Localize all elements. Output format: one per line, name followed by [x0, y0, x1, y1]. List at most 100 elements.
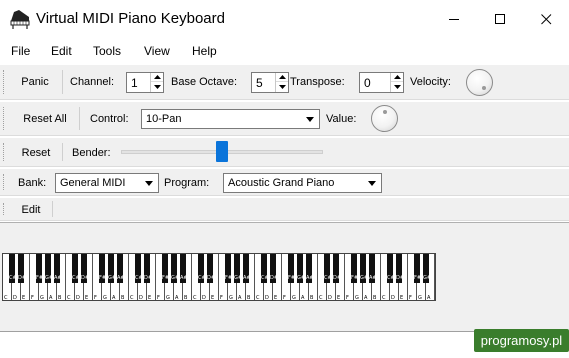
menu-edit[interactable]: Edit	[51, 44, 72, 58]
black-key[interactable]: D#	[144, 254, 153, 283]
black-key[interactable]: C#	[261, 254, 269, 283]
transpose-spinbox[interactable]: 0	[359, 72, 404, 93]
edit-button[interactable]: Edit	[18, 204, 44, 216]
black-key[interactable]: D#	[207, 254, 216, 283]
key-label: G#	[108, 275, 117, 281]
key-label: E	[148, 295, 152, 301]
velocity-label: Velocity:	[410, 76, 451, 88]
piano-keyboard[interactable]: CDEFGABCDEFGABCDEFGABCDEFGABCDEFGABCDEFG…	[2, 253, 436, 301]
black-key[interactable]: C#	[135, 254, 143, 283]
black-key[interactable]: A#	[117, 254, 125, 283]
black-key[interactable]: F#	[351, 254, 358, 283]
key-label: D#	[207, 275, 216, 281]
black-key[interactable]: A#	[243, 254, 251, 283]
black-key[interactable]: G#	[234, 254, 242, 283]
toolbar-grip[interactable]	[3, 107, 6, 130]
key-label: D#	[144, 275, 153, 281]
black-key[interactable]: C#	[324, 254, 332, 283]
key-label: F	[346, 295, 349, 301]
toolbar-separator	[52, 201, 53, 217]
black-key[interactable]: A#	[54, 254, 62, 283]
black-key[interactable]: D#	[18, 254, 27, 283]
reset-bender-button[interactable]: Reset	[20, 147, 52, 159]
minimize-icon	[448, 18, 459, 20]
spin-up-icon[interactable]	[151, 73, 163, 82]
toolbar-grip[interactable]	[3, 143, 6, 161]
black-key[interactable]: F#	[162, 254, 169, 283]
toolbar-grip[interactable]	[3, 70, 6, 94]
key-label: A#	[369, 275, 377, 281]
base-octave-label: Base Octave:	[171, 76, 238, 88]
velocity-dial[interactable]	[466, 69, 493, 96]
black-key[interactable]: F#	[414, 254, 421, 283]
key-label: A	[364, 295, 368, 301]
key-label: C	[130, 295, 134, 301]
key-label: D	[202, 295, 206, 301]
program-label: Program:	[164, 177, 210, 189]
black-key[interactable]: C#	[198, 254, 206, 283]
channel-label: Channel:	[70, 76, 115, 88]
control-value: 10-Pan	[146, 113, 182, 125]
key-label: D#	[81, 275, 90, 281]
menu-help[interactable]: Help	[192, 44, 217, 58]
program-select[interactable]: Acoustic Grand Piano	[223, 173, 382, 193]
black-key[interactable]: D#	[333, 254, 341, 283]
key-label: F#	[288, 275, 296, 281]
key-label: A#	[306, 275, 314, 281]
black-key[interactable]: D#	[270, 254, 278, 283]
black-key[interactable]: F#	[288, 254, 296, 283]
black-key[interactable]: G#	[45, 254, 53, 283]
reset-all-button[interactable]: Reset All	[20, 113, 70, 125]
black-key[interactable]: F#	[99, 254, 106, 283]
program-toolbar: Bank: General MIDI Program: Acoustic Gra…	[0, 168, 569, 196]
panic-button[interactable]: Panic	[16, 76, 54, 88]
bender-slider-thumb[interactable]	[216, 141, 228, 162]
key-label: C#	[324, 275, 332, 281]
key-label: F	[31, 295, 34, 301]
black-key[interactable]: A#	[180, 254, 188, 283]
spin-up-icon[interactable]	[391, 73, 403, 82]
black-key[interactable]: G#	[171, 254, 179, 283]
black-key[interactable]: G#	[360, 254, 368, 283]
key-label: A	[427, 295, 431, 301]
menu-view[interactable]: View	[144, 44, 170, 58]
black-key[interactable]: G#	[108, 254, 117, 283]
channel-spinbox[interactable]: 1	[126, 72, 164, 93]
toolbar-separator	[79, 107, 80, 130]
black-key[interactable]: G#	[423, 254, 431, 283]
toolbar-grip[interactable]	[3, 203, 6, 215]
key-label: C#	[72, 275, 80, 281]
key-label: G	[418, 295, 422, 301]
base-octave-spinbox[interactable]: 5	[251, 72, 289, 93]
control-select[interactable]: 10-Pan	[141, 109, 320, 129]
black-key[interactable]: G#	[297, 254, 305, 283]
black-key[interactable]: F#	[36, 254, 43, 283]
minimize-button[interactable]	[431, 0, 477, 38]
key-label: D#	[18, 275, 27, 281]
black-key[interactable]: F#	[225, 254, 232, 283]
black-key[interactable]: D#	[396, 254, 404, 283]
black-key[interactable]: A#	[369, 254, 377, 283]
menu-file[interactable]: File	[11, 44, 30, 58]
black-key[interactable]: C#	[72, 254, 80, 283]
key-label: D	[265, 295, 269, 301]
spin-down-icon[interactable]	[276, 82, 288, 91]
black-key[interactable]: D#	[81, 254, 90, 283]
toolbar-grip[interactable]	[3, 174, 6, 190]
spin-up-icon[interactable]	[276, 73, 288, 82]
black-key[interactable]: A#	[306, 254, 314, 283]
bank-select[interactable]: General MIDI	[55, 173, 159, 193]
key-label: G	[355, 295, 359, 301]
black-key[interactable]: C#	[9, 254, 17, 283]
key-label: D	[76, 295, 80, 301]
black-key[interactable]: C#	[387, 254, 395, 283]
close-button[interactable]	[523, 0, 569, 38]
spin-down-icon[interactable]	[151, 82, 163, 91]
controller-value-dial[interactable]	[371, 105, 398, 132]
key-label: C	[193, 295, 197, 301]
maximize-button[interactable]	[477, 0, 523, 38]
spin-down-icon[interactable]	[391, 82, 403, 91]
key-label: A	[112, 295, 116, 301]
menu-tools[interactable]: Tools	[93, 44, 121, 58]
key-label: B	[373, 295, 377, 301]
